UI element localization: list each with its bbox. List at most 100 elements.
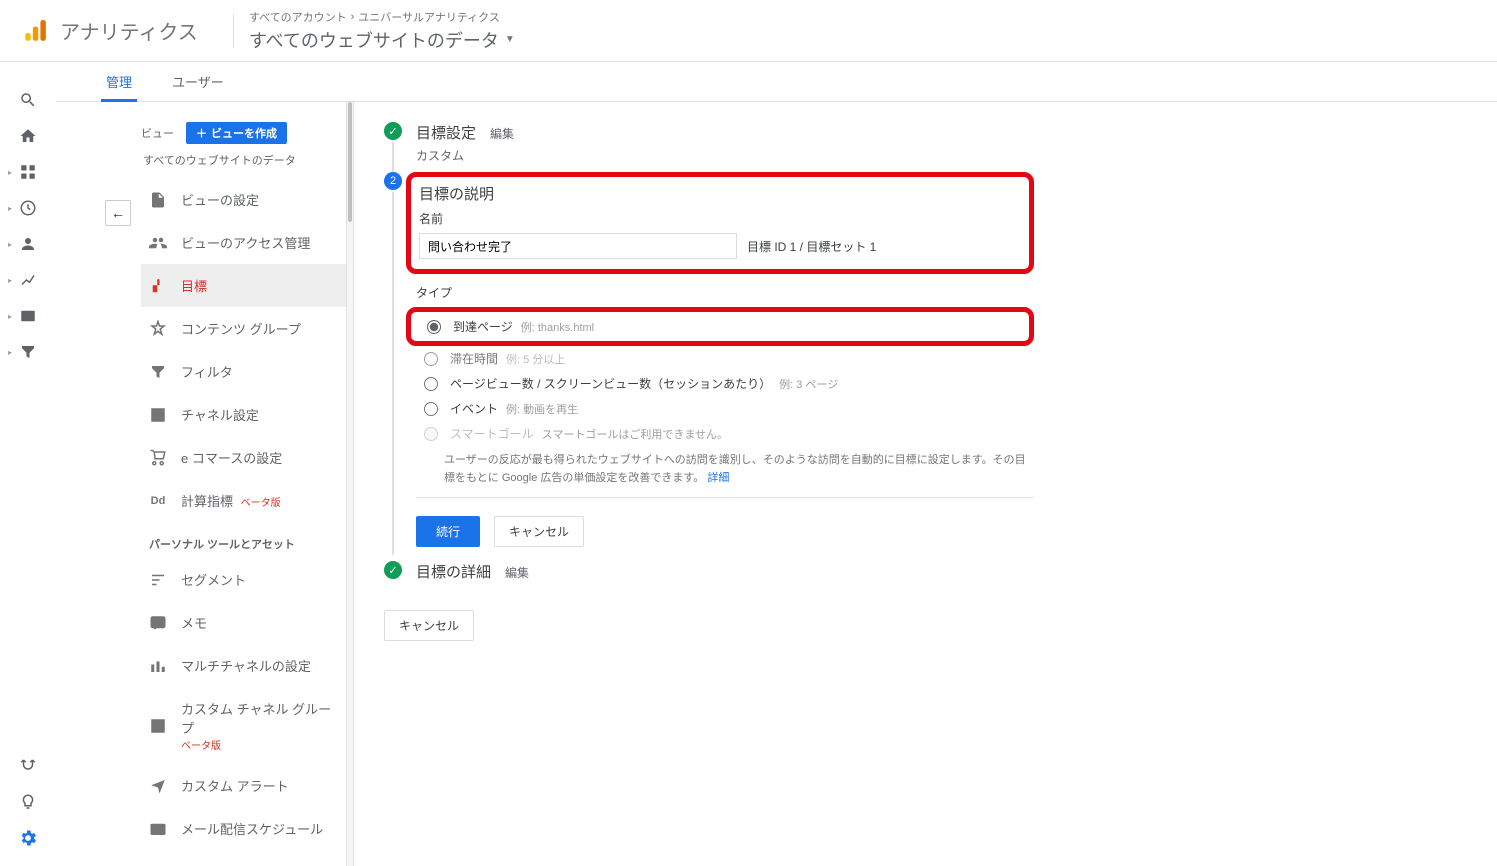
nav-segments[interactable]: セグメント — [141, 558, 346, 601]
conversions-icon[interactable]: ▸ — [0, 334, 56, 370]
nav-filters[interactable]: フィルタ — [141, 350, 346, 393]
acquisition-icon[interactable]: ▸ — [0, 262, 56, 298]
top-header: アナリティクス すべてのアカウント › ユニバーサルアナリティクス すべてのウェ… — [0, 0, 1497, 62]
nav-annotations[interactable]: メモ — [141, 601, 346, 644]
chevron-right-icon: › — [351, 11, 355, 23]
smart-desc-text: ユーザーの反応が最も得られたウェブサイトへの訪問を識別し、そのような訪問を自動的… — [444, 454, 1026, 484]
tab-user[interactable]: ユーザー — [172, 62, 224, 101]
plus-icon: ＋ — [196, 125, 207, 141]
radio-hint: 例: 3 ページ — [779, 376, 838, 392]
radio-event[interactable]: イベント 例: 動画を再生 — [416, 396, 1034, 421]
nav-goals[interactable]: 目標 — [141, 264, 346, 307]
nav-label: マルチチャネルの設定 — [181, 656, 311, 675]
cancel-all-button[interactable]: キャンセル — [384, 610, 474, 641]
check-icon: ✓ — [384, 561, 402, 579]
breadcrumb: すべてのアカウント › ユニバーサルアナリティクス — [249, 9, 515, 25]
radio-duration[interactable]: 滞在時間 例: 5 分以上 — [416, 346, 1034, 371]
account-selector[interactable]: すべてのアカウント › ユニバーサルアナリティクス すべてのウェブサイトのデータ… — [249, 9, 515, 53]
radio-label: 滞在時間 — [450, 350, 498, 367]
tab-admin[interactable]: 管理 — [106, 62, 132, 101]
nav-label: チャネル設定 — [181, 405, 259, 424]
admin-gear-icon[interactable] — [0, 820, 56, 856]
nav-content-groups[interactable]: コンテンツ グループ — [141, 307, 346, 350]
type-field-label: タイプ — [416, 284, 1034, 301]
nav-label: 目標 — [181, 276, 207, 295]
left-nav-rail: ▸ ▸ ▸ ▸ ▸ ▸ — [0, 62, 56, 866]
step-edit-link[interactable]: 編集 — [490, 125, 514, 142]
customization-icon[interactable]: ▸ — [0, 154, 56, 190]
view-title: すべてのウェブサイトのデータ — [249, 27, 499, 53]
breadcrumb-account: すべてのアカウント — [249, 9, 347, 25]
nav-ecommerce-settings[interactable]: e コマースの設定 — [141, 436, 346, 479]
step-connector — [392, 192, 394, 555]
view-subtitle: すべてのウェブサイトのデータ — [143, 152, 346, 168]
nav-label: セグメント — [181, 570, 246, 589]
radio-input[interactable] — [424, 377, 438, 391]
goal-setup-panel: ✓ 目標設定 編集 カスタム 2 目標の説明 名前 目標 ID 1 / 目標セッ — [354, 102, 1074, 866]
radio-hint: スマートゴールはご利用できません。 — [542, 426, 728, 442]
radio-destination[interactable]: 到達ページ 例: thanks.html — [419, 314, 1021, 339]
step-goal-description: 2 目標の説明 名前 目標 ID 1 / 目標セット 1 タイプ 到達ページ — [384, 172, 1034, 547]
search-icon[interactable] — [0, 82, 56, 118]
nav-label: フィルタ — [181, 362, 233, 381]
check-icon: ✓ — [384, 122, 402, 140]
nav-calculated-metrics[interactable]: Dd 計算指標 ベータ版 — [141, 479, 346, 522]
nav-label: メモ — [181, 613, 207, 632]
radio-pages-per-session[interactable]: ページビュー数 / スクリーンビュー数（セッションあたり） 例: 3 ページ — [416, 371, 1034, 396]
nav-view-settings[interactable]: ビューの設定 — [141, 178, 346, 221]
step-goal-details: ✓ 目標の詳細 編集 — [384, 561, 1034, 582]
nav-scheduled-emails[interactable]: メール配信スケジュール — [141, 807, 346, 850]
attribution-icon[interactable] — [0, 748, 56, 784]
step-subtitle: カスタム — [416, 147, 1034, 164]
radio-label: スマートゴール — [450, 425, 534, 442]
step-title: 目標の詳細 — [416, 561, 491, 582]
create-view-button[interactable]: ＋ ビューを作成 — [186, 122, 287, 144]
step-title: 目標設定 — [416, 122, 476, 143]
continue-button[interactable]: 続行 — [416, 516, 480, 547]
nav-label: カスタム チャネル グループ — [181, 702, 331, 736]
smart-goal-description: ユーザーの反応が最も得られたウェブサイトへの訪問を識別し、そのような訪問を自動的… — [444, 452, 1034, 487]
name-field-label: 名前 — [419, 210, 1021, 227]
step-title: 目標の説明 — [419, 183, 1021, 204]
main-content: ビュー ＋ ビューを作成 すべてのウェブサイトのデータ ビューの設定 ビューのア… — [56, 102, 1497, 866]
step-connector — [392, 142, 394, 172]
radio-smart-goal: スマートゴール スマートゴールはご利用できません。 — [416, 421, 1034, 446]
nav-label: ビューのアクセス管理 — [181, 233, 310, 252]
home-icon[interactable] — [0, 118, 56, 154]
cancel-step-button[interactable]: キャンセル — [494, 516, 584, 547]
behavior-icon[interactable]: ▸ — [0, 298, 56, 334]
nav-label: カスタム アラート — [181, 776, 289, 795]
nav-channel-settings[interactable]: チャネル設定 — [141, 393, 346, 436]
radio-hint: 例: 動画を再生 — [506, 401, 578, 417]
nav-multichannel[interactable]: マルチチャネルの設定 — [141, 644, 346, 687]
beta-badge: ベータ版 — [181, 741, 221, 752]
step-edit-link[interactable]: 編集 — [505, 564, 529, 581]
discover-icon[interactable] — [0, 784, 56, 820]
step-goal-setup: ✓ 目標設定 編集 カスタム — [384, 122, 1034, 164]
smart-desc-link[interactable]: 詳細 — [707, 472, 729, 484]
radio-label: 到達ページ — [453, 318, 513, 335]
radio-input — [424, 427, 438, 441]
nav-label: e コマースの設定 — [181, 448, 282, 467]
realtime-icon[interactable]: ▸ — [0, 190, 56, 226]
audience-icon[interactable]: ▸ — [0, 226, 56, 262]
view-title-row: すべてのウェブサイトのデータ ▼ — [249, 27, 515, 53]
nav-custom-channel-groups[interactable]: カスタム チャネル グループ ベータ版 — [141, 687, 346, 764]
radio-input[interactable] — [427, 320, 441, 334]
nav-custom-alerts[interactable]: カスタム アラート — [141, 764, 346, 807]
step-number-badge: 2 — [384, 172, 402, 190]
goal-id-text: 目標 ID 1 / 目標セット 1 — [747, 238, 876, 255]
radio-input[interactable] — [424, 402, 438, 416]
admin-view-column: ビュー ＋ ビューを作成 すべてのウェブサイトのデータ ビューの設定 ビューのア… — [136, 102, 346, 866]
breadcrumb-property: ユニバーサルアナリティクス — [358, 9, 500, 25]
product-name: アナリティクス — [60, 16, 198, 45]
dd-icon: Dd — [149, 495, 167, 507]
beta-badge: ベータ版 — [241, 498, 281, 509]
column-scrollbar[interactable] — [346, 102, 354, 866]
highlight-box-name: 目標の説明 名前 目標 ID 1 / 目標セット 1 — [406, 172, 1034, 274]
radio-input[interactable] — [424, 352, 438, 366]
goal-name-input[interactable] — [419, 233, 737, 259]
nav-view-access[interactable]: ビューのアクセス管理 — [141, 221, 346, 264]
header-divider — [233, 14, 234, 48]
nav-label: ビューの設定 — [181, 190, 259, 209]
